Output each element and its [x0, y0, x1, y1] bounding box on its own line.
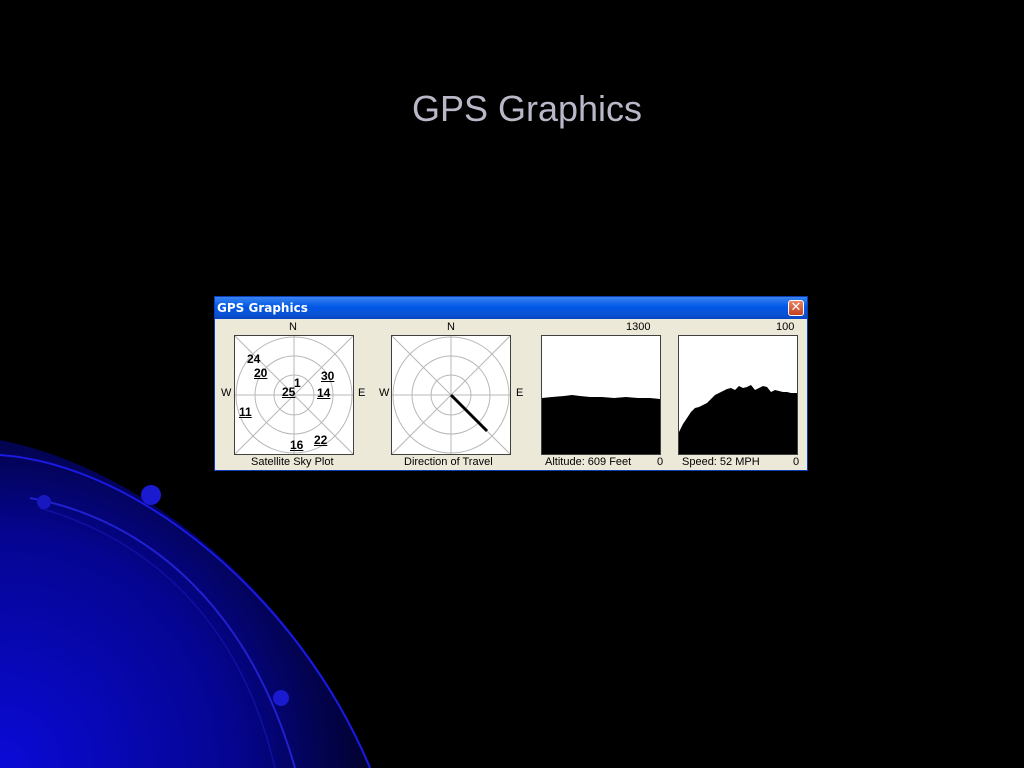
direction-needle — [449, 393, 489, 433]
satellite-sky-plot: 24 20 1 30 25 14 11 16 22 — [234, 335, 354, 455]
direction-grid — [392, 336, 510, 454]
speed-graph — [678, 335, 798, 455]
altitude-min-label: 0 — [657, 456, 664, 468]
slide-title: GPS Graphics — [411, 88, 643, 129]
satellite-marker: 11 — [239, 405, 252, 419]
background-swoosh — [0, 440, 372, 768]
satellite-marker: 20 — [254, 366, 268, 380]
speed-min-label: 0 — [793, 456, 800, 468]
satellite-marker: 14 — [317, 386, 331, 400]
sky-plot-east-label: E — [358, 387, 366, 399]
satellite-marker: 30 — [321, 369, 335, 383]
satellite-marker: 24 — [247, 352, 261, 366]
altitude-profile — [542, 395, 660, 454]
satellite-marker: 16 — [290, 438, 304, 452]
altitude-graph — [541, 335, 661, 455]
sky-plot-north-label: N — [289, 321, 297, 333]
sky-plot-caption: Satellite Sky Plot — [251, 456, 334, 468]
sky-plot-west-label: W — [221, 387, 232, 399]
altitude-max-label: 1300 — [626, 321, 651, 333]
direction-east-label: E — [516, 387, 524, 399]
close-button[interactable]: ✕ — [788, 300, 804, 316]
background-dot — [141, 485, 161, 505]
speed-profile — [679, 385, 797, 454]
speed-max-label: 100 — [776, 321, 795, 333]
satellite-marker: 22 — [314, 433, 328, 447]
gps-graphics-window: GPS Graphics ✕ N W E 24 20 1 30 25 14 11… — [214, 296, 808, 471]
window-title-bar[interactable]: GPS Graphics ✕ — [215, 297, 807, 319]
altitude-caption: Altitude: 609 Feet — [545, 456, 632, 468]
background-dot — [273, 690, 289, 706]
direction-of-travel-plot — [391, 335, 511, 455]
direction-caption: Direction of Travel — [404, 456, 493, 468]
direction-west-label: W — [379, 387, 390, 399]
direction-north-label: N — [447, 321, 455, 333]
background-dot — [37, 495, 51, 509]
speed-caption: Speed: 52 MPH — [682, 456, 760, 468]
window-title: GPS Graphics — [217, 301, 308, 315]
satellite-marker: 25 — [282, 385, 296, 399]
